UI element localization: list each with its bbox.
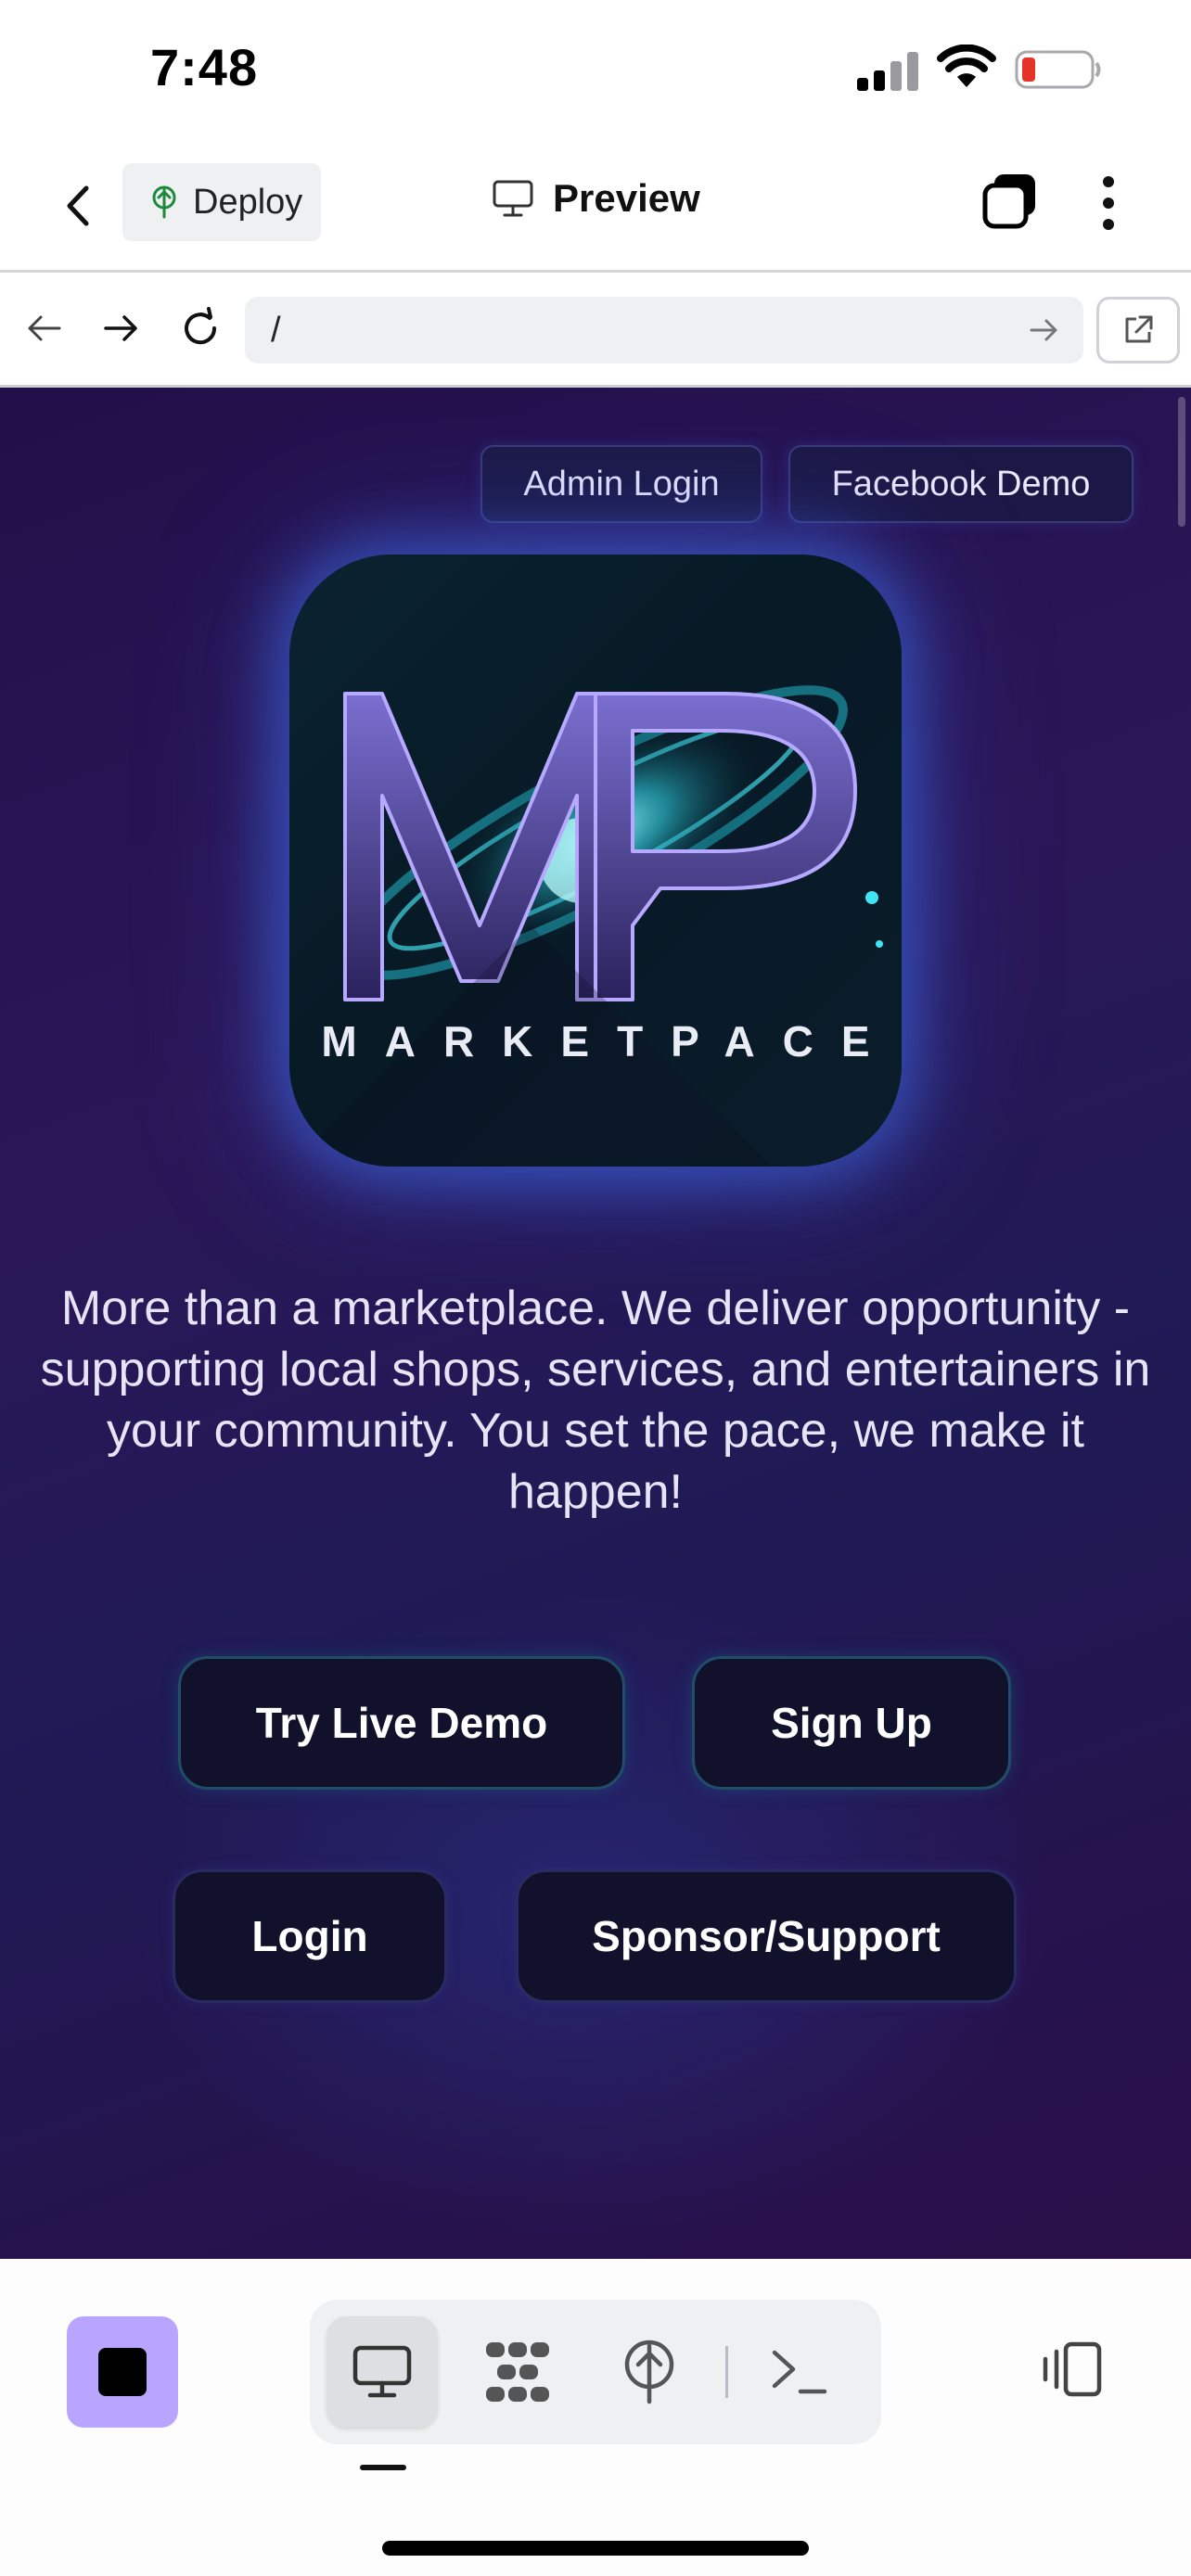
tagline: More than a marketplace. We deliver oppo… [40,1282,1151,1519]
wifi-icon [937,45,996,87]
active-tool-indicator [360,2465,406,2470]
deploy-antenna-icon [152,185,176,219]
marketpace-logo: MARKETPACE [289,555,902,1167]
tool-separator [725,2346,728,2398]
battery-low-icon [1015,50,1101,89]
workflows-tool-button[interactable] [462,2316,573,2428]
arrow-left-icon [28,315,61,341]
browser-refresh-button[interactable] [173,300,228,356]
back-button[interactable] [48,172,108,239]
sign-up-button[interactable]: Sign Up [692,1656,1011,1790]
deploy-button[interactable]: Deploy [122,163,321,241]
cellular-signal-icon [857,52,918,91]
login-button[interactable]: Login [173,1869,447,2003]
url-text: / [271,310,281,350]
panel-toggle-button[interactable] [1030,2327,1113,2411]
more-vertical-icon[interactable] [1085,171,1132,236]
shell-tool-button[interactable] [744,2316,855,2428]
page-title: Preview [553,176,700,220]
deploy-tool-button[interactable] [594,2316,705,2428]
terminal-icon [772,2350,827,2394]
external-link-icon [1125,315,1153,343]
sponsor-support-button[interactable]: Sponsor/Support [516,1869,1017,2003]
deploy-antenna-icon [624,2340,674,2404]
panel-toggle-icon [1043,2341,1102,2397]
tool-switcher [310,2300,881,2444]
deploy-label: Deploy [193,182,303,222]
refresh-icon [185,307,217,345]
scrollbar[interactable] [1178,397,1185,527]
browser-back-button[interactable] [17,300,72,356]
try-live-demo-button[interactable]: Try Live Demo [178,1656,625,1790]
stop-icon [98,2348,147,2396]
browser-bar: / [0,273,1191,388]
logo-wordmark: MARKETPACE [321,1017,898,1065]
browser-forward-button[interactable] [93,300,148,356]
mp-monogram [289,685,883,1167]
status-time: 7:48 [150,38,259,96]
arrow-right-icon [104,315,137,341]
url-input[interactable]: / [245,297,1083,363]
app-header: Deploy Preview [0,139,1191,273]
web-viewport: Admin Login Facebook Demo MARKETPACE Mor… [0,388,1191,2259]
tabs-stack-icon[interactable] [980,171,1041,232]
facebook-demo-button[interactable]: Facebook Demo [788,445,1133,523]
home-indicator[interactable] [382,2541,809,2556]
chevron-left-icon [67,185,89,226]
preview-tool-button[interactable] [327,2316,438,2428]
monitor-icon [352,2345,412,2398]
status-bar: 7:48 [0,0,1191,139]
admin-login-button[interactable]: Admin Login [480,445,762,523]
preview-title: Preview [492,176,700,221]
stop-button[interactable] [67,2316,178,2428]
monitor-icon [493,180,533,217]
workflows-icon [486,2342,549,2402]
url-go-icon[interactable] [1026,312,1063,349]
bottom-toolbar [0,2259,1191,2576]
open-external-button[interactable] [1096,297,1180,363]
